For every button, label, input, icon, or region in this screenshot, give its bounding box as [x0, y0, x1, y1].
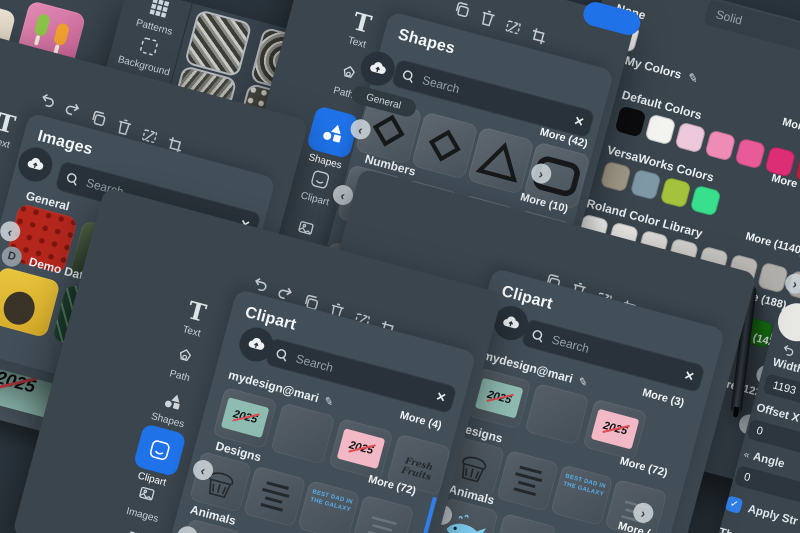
- marquee-icon[interactable]: [501, 15, 525, 39]
- upload-cloud-icon: [23, 152, 47, 176]
- year-text: 2025: [223, 397, 269, 428]
- search-icon: [530, 328, 546, 344]
- best-dad-text: BEST DAD IN THE GALAXY: [557, 464, 613, 500]
- search-bar[interactable]: ✕: [265, 337, 458, 414]
- clipart-thumb-faded[interactable]: [351, 495, 414, 533]
- search-icon: [65, 171, 81, 187]
- color-swatch[interactable]: [645, 114, 677, 146]
- crop-icon[interactable]: [526, 24, 550, 48]
- more-link[interactable]: More (4): [398, 409, 442, 432]
- collapse-icon[interactable]: «: [743, 449, 751, 461]
- collage-stage: Patterns Background DIMENSE: [0, 0, 800, 533]
- clipart-thumb-faces-pattern[interactable]: [270, 402, 335, 464]
- my-colors-label: My Colors: [623, 53, 683, 82]
- delete-icon[interactable]: [475, 6, 499, 30]
- upload-cloud-icon: [244, 332, 268, 356]
- search-bar[interactable]: ✕: [521, 318, 706, 393]
- popsicle-orange: [53, 22, 70, 46]
- clipart-icon: [133, 423, 187, 477]
- apply-stroke-label: Apply Str: [747, 503, 799, 528]
- apply-stroke-row: ✓ Apply Str: [725, 496, 800, 529]
- color-swatch[interactable]: [615, 106, 647, 138]
- shape-tile-diamond[interactable]: [411, 111, 479, 179]
- year-text: 2025: [593, 409, 639, 440]
- clipart-thumb-text-design[interactable]: [243, 466, 306, 528]
- apply-stroke-checkbox[interactable]: ✓: [725, 496, 743, 514]
- fill-type-value: Solid: [714, 7, 743, 27]
- color-swatch[interactable]: [734, 138, 766, 170]
- upload-cloud-icon: [366, 56, 390, 80]
- duplicate-icon[interactable]: [86, 106, 110, 130]
- panel-title: Shapes: [396, 26, 457, 58]
- clipart-thumb-year-pink[interactable]: 2025: [328, 418, 393, 480]
- angle-input[interactable]: 0: [734, 465, 800, 503]
- popsicle-green: [34, 13, 51, 37]
- color-swatch[interactable]: [600, 161, 632, 193]
- color-swatch[interactable]: [660, 177, 692, 209]
- sidebar-item-text[interactable]: T Text: [163, 292, 227, 344]
- thumb-yellow-car[interactable]: [0, 266, 61, 338]
- fresh-fruits-text: Fresh Fruits: [389, 434, 452, 487]
- clipart-thumb-fish[interactable]: [492, 513, 557, 533]
- edit-pencil-icon[interactable]: ✎: [577, 374, 589, 389]
- clear-search-icon[interactable]: ✕: [572, 114, 585, 130]
- search-icon: [274, 347, 290, 363]
- popsicle-stick: [34, 35, 40, 46]
- more-link[interactable]: More (3): [641, 387, 685, 410]
- fill-type-select[interactable]: Solid ▾: [703, 0, 800, 61]
- year-text: 2025: [477, 378, 523, 409]
- color-swatch[interactable]: [764, 146, 796, 178]
- threshold-label: Threshold: [717, 526, 774, 533]
- my-colors-header: My Colors ✎: [623, 53, 699, 86]
- year-text: 2025: [339, 428, 385, 459]
- undo-icon[interactable]: [35, 88, 59, 112]
- clipart-thumb-best-dad[interactable]: BEST DAD IN THE GALAXY: [297, 480, 360, 533]
- upload-cloud-icon: [499, 311, 523, 335]
- clear-search-icon[interactable]: ✕: [683, 368, 696, 384]
- scrollbar-thumb[interactable]: [418, 496, 437, 533]
- text-tool-icon: T: [185, 298, 208, 326]
- clipart-thumb-best-dad[interactable]: BEST DAD IN THE GALAXY: [550, 464, 613, 526]
- color-swatch[interactable]: [704, 130, 736, 162]
- clipart-thumb-faces-pattern[interactable]: [524, 383, 589, 445]
- more-link[interactable]: More (: [781, 116, 800, 136]
- text-tool-icon: T: [0, 110, 18, 138]
- search-icon: [401, 68, 417, 84]
- text-tool-icon: T: [350, 9, 373, 37]
- more-link[interactable]: More (72): [618, 455, 668, 479]
- path-icon: [154, 337, 215, 377]
- clear-search-icon[interactable]: ✕: [434, 389, 447, 405]
- best-dad-text: BEST DAD IN THE GALAXY: [304, 480, 360, 516]
- color-swatch[interactable]: [630, 169, 662, 201]
- redo-icon[interactable]: [61, 97, 85, 121]
- clipart-thumb-text-design[interactable]: [496, 450, 559, 512]
- edit-pencil-icon[interactable]: ✎: [323, 394, 335, 409]
- duplicate-icon[interactable]: [450, 0, 474, 22]
- color-swatch[interactable]: [674, 122, 706, 154]
- edit-pencil-icon[interactable]: ✎: [686, 70, 699, 86]
- sidebar-item-path[interactable]: Path: [151, 337, 215, 389]
- color-swatch[interactable]: [690, 185, 722, 217]
- more-link[interactable]: More (1140): [744, 230, 800, 257]
- color-swatch[interactable]: [757, 262, 789, 294]
- clipart-thumb-year-pink[interactable]: 2025: [582, 399, 647, 461]
- angle-label: Angle: [752, 451, 786, 471]
- shape-tile-triangle[interactable]: [467, 126, 535, 194]
